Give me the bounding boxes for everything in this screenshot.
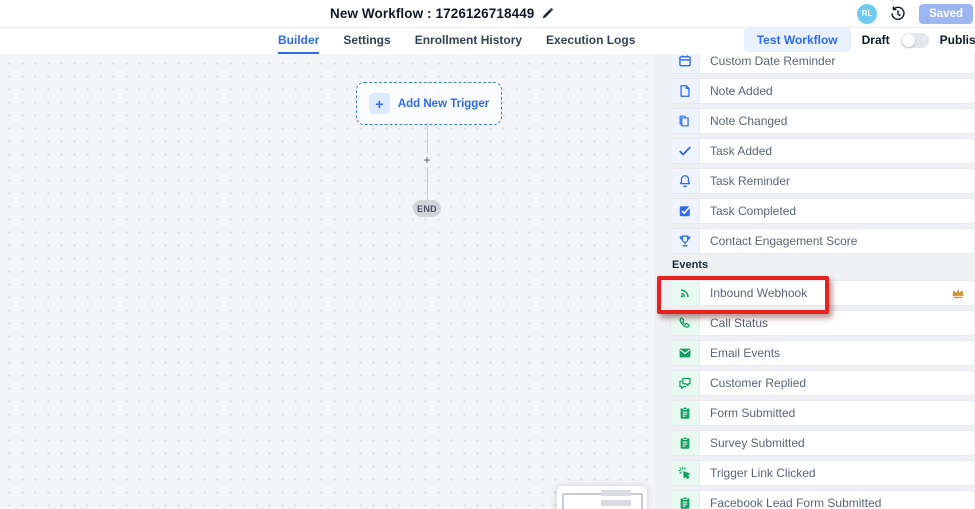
trigger-item-call-status[interactable]: Call Status xyxy=(670,310,975,336)
draft-label: Draft xyxy=(862,33,890,47)
preview-card xyxy=(557,486,647,509)
trigger-item-label: Customer Replied xyxy=(700,371,806,395)
trigger-item-task-added[interactable]: Task Added xyxy=(670,138,975,164)
workflow-canvas[interactable]: + Add New Trigger + END xyxy=(0,54,656,509)
add-trigger-label: Add New Trigger xyxy=(398,98,489,110)
trigger-item-facebook-lead-form-submitted[interactable]: Facebook Lead Form Submitted xyxy=(670,490,975,509)
trigger-item-task-completed[interactable]: Task Completed xyxy=(670,198,975,224)
trigger-item-survey-submitted[interactable]: Survey Submitted xyxy=(670,430,975,456)
tab-execution-logs[interactable]: Execution Logs xyxy=(546,28,635,54)
trigger-item-label: Survey Submitted xyxy=(700,431,805,455)
history-icon[interactable] xyxy=(890,6,906,22)
workflow-title-wrap: New Workflow : 1726126718449 xyxy=(330,0,554,27)
cursor-click-icon xyxy=(671,461,700,485)
trigger-item-label: Form Submitted xyxy=(700,401,795,425)
publish-toggle[interactable] xyxy=(901,33,929,48)
note-icon xyxy=(671,79,700,103)
tabs: Builder Settings Enrollment History Exec… xyxy=(278,28,635,54)
trigger-item-label: Task Completed xyxy=(700,199,796,223)
trigger-item-customer-replied[interactable]: Customer Replied xyxy=(670,370,975,396)
trigger-item-trigger-link-clicked[interactable]: Trigger Link Clicked xyxy=(670,460,975,486)
trigger-item-note-changed[interactable]: Note Changed xyxy=(670,108,975,134)
saved-button[interactable]: Saved xyxy=(919,4,973,24)
trigger-item-label: Email Events xyxy=(700,341,780,365)
phone-icon xyxy=(671,311,700,335)
test-workflow-button[interactable]: Test Workflow xyxy=(744,28,851,52)
edit-title-pencil-icon[interactable] xyxy=(541,7,554,20)
clipboard-icon xyxy=(671,431,700,455)
clipboard-icon xyxy=(671,401,700,425)
tab-enrollment-history[interactable]: Enrollment History xyxy=(415,28,522,54)
plus-icon: + xyxy=(369,93,390,114)
checkbox-icon xyxy=(671,199,700,223)
trigger-item-label: Task Added xyxy=(700,139,772,163)
user-avatar[interactable]: RL xyxy=(857,4,877,24)
events-section-label: Events xyxy=(672,258,975,272)
trigger-item-inbound-webhook[interactable]: Inbound Webhook xyxy=(670,280,975,306)
trigger-item-label: Task Reminder xyxy=(700,169,790,193)
workflow-builder-screen: New Workflow : 1726126718449 RL Saved Bu… xyxy=(0,0,975,509)
preview-placeholder-bar xyxy=(601,490,631,496)
publish-label: Publish xyxy=(940,33,975,47)
webhook-icon xyxy=(671,281,700,305)
tab-builder[interactable]: Builder xyxy=(278,28,319,54)
trigger-item-task-reminder[interactable]: Task Reminder xyxy=(670,168,975,194)
trigger-item-form-submitted[interactable]: Form Submitted xyxy=(670,400,975,426)
crown-premium-icon xyxy=(951,286,966,301)
connector-add-step-icon[interactable]: + xyxy=(420,153,434,167)
notes-copy-icon xyxy=(671,109,700,133)
tab-settings[interactable]: Settings xyxy=(343,28,390,54)
trigger-item-note-added[interactable]: Note Added xyxy=(670,78,975,104)
preview-placeholder-bar xyxy=(601,500,631,506)
trigger-item-label: Call Status xyxy=(700,311,768,335)
trigger-item-contact-engagement-score[interactable]: Contact Engagement Score xyxy=(670,228,975,254)
trigger-item-label: Inbound Webhook xyxy=(700,281,807,305)
envelope-icon xyxy=(671,341,700,365)
trigger-item-label: Note Added xyxy=(700,79,773,103)
trigger-panel-list: Custom Date ReminderNote AddedNote Chang… xyxy=(655,46,975,509)
top-header: New Workflow : 1726126718449 RL Saved xyxy=(0,0,975,28)
trophy-icon xyxy=(671,229,700,253)
trigger-item-label: Trigger Link Clicked xyxy=(700,461,816,485)
header-right-controls: RL Saved xyxy=(857,0,973,27)
clipboard-icon xyxy=(671,491,700,509)
trigger-item-label: Facebook Lead Form Submitted xyxy=(700,491,881,509)
toggle-knob xyxy=(902,34,915,47)
bell-icon xyxy=(671,169,700,193)
check-icon xyxy=(671,139,700,163)
trigger-item-label: Note Changed xyxy=(700,109,787,133)
trigger-item-email-events[interactable]: Email Events xyxy=(670,340,975,366)
page-title: New Workflow : 1726126718449 xyxy=(330,6,534,21)
tab-actions: Test Workflow Draft Publish xyxy=(744,26,975,54)
add-new-trigger-button[interactable]: + Add New Trigger xyxy=(356,82,502,125)
tab-bar: Builder Settings Enrollment History Exec… xyxy=(0,28,975,54)
chat-icon xyxy=(671,371,700,395)
end-node: END xyxy=(413,200,441,217)
trigger-item-label: Contact Engagement Score xyxy=(700,229,857,253)
